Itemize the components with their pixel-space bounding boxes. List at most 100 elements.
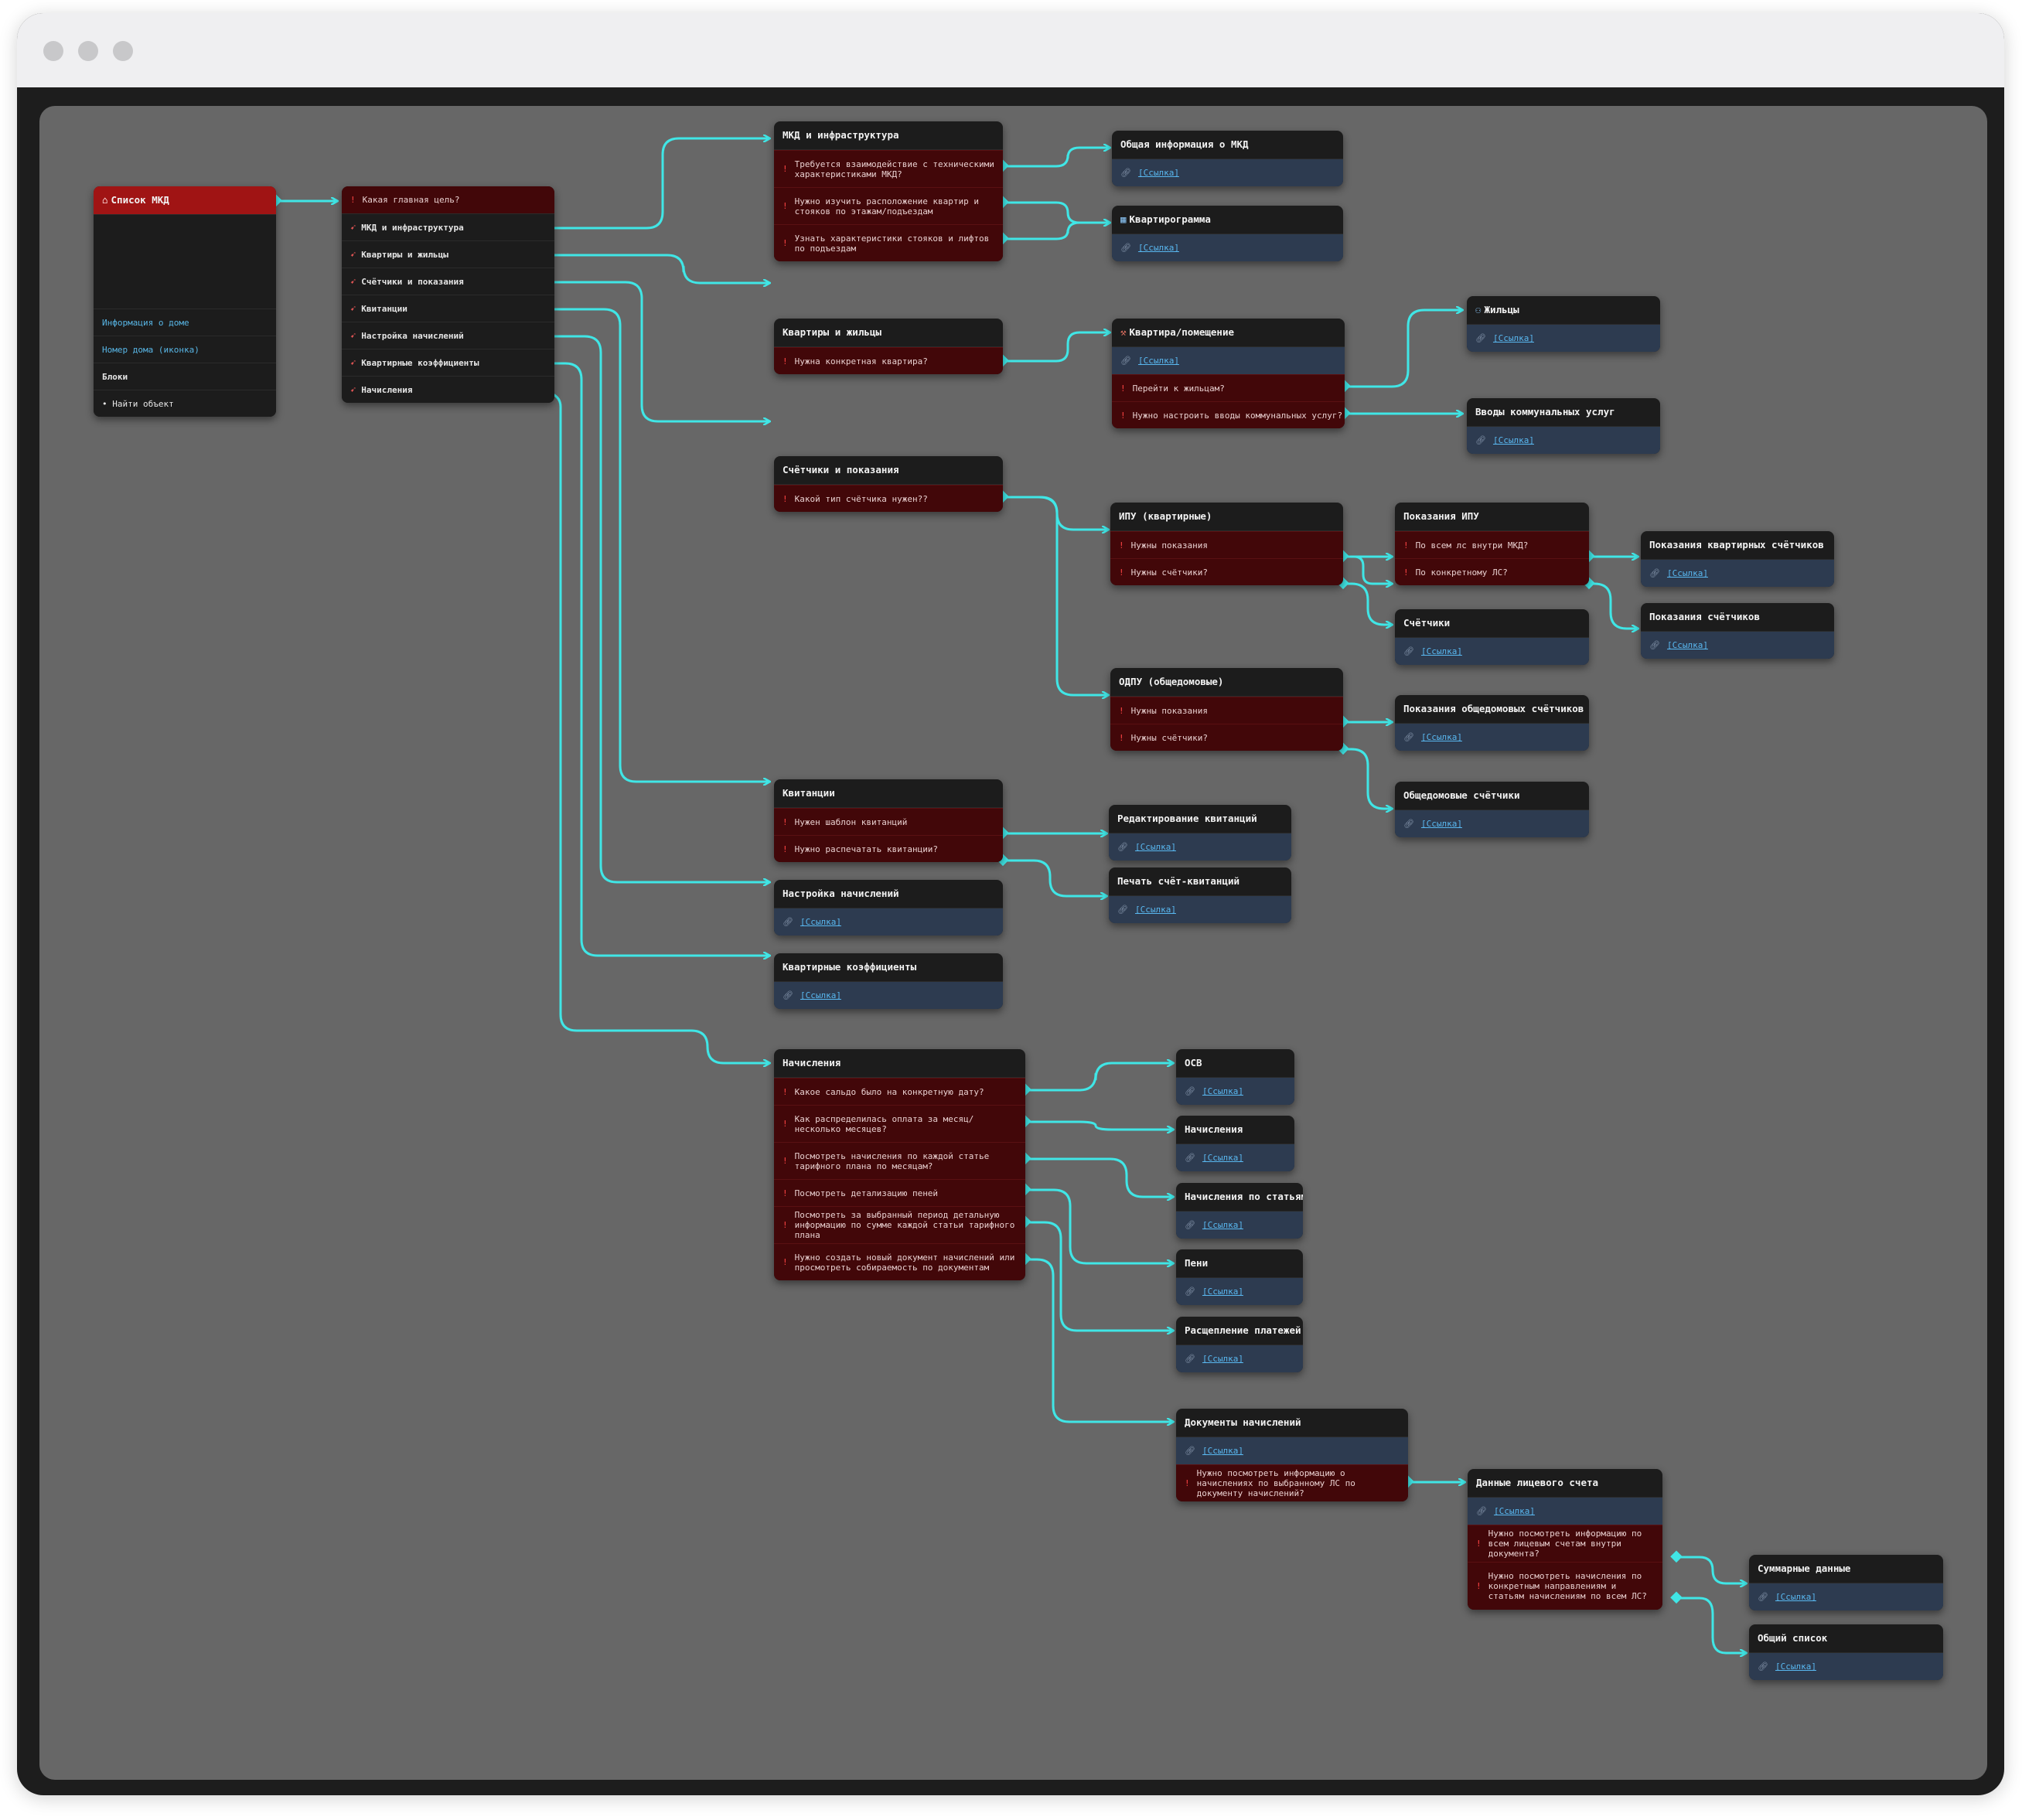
meters-list-node[interactable]: Счётчики 🔗︎ [Ссылка] [1395, 609, 1589, 665]
question-row[interactable]: ! Перейти к жильцам? [1112, 374, 1345, 401]
question-row[interactable]: ! Посмотреть начисления по каждой статье … [774, 1142, 1025, 1179]
menu-item[interactable]: ➹ Квартиры и жильцы [342, 240, 554, 268]
question-row[interactable]: ! Как распределилась оплата за месяц/неск… [774, 1105, 1025, 1142]
charges-node[interactable]: Начисления ! Какое сальдо было на конкрет… [774, 1049, 1025, 1280]
charges-page-node[interactable]: Начисления 🔗︎ [Ссылка] [1176, 1116, 1294, 1171]
link-icon: 🔗︎ [783, 917, 793, 927]
question-row[interactable]: ! Посмотреть детализацию пеней [774, 1179, 1025, 1206]
maximize-window-button[interactable] [113, 41, 133, 61]
link-icon: 🔗︎ [1185, 1287, 1195, 1297]
link-row[interactable]: 🔗︎ [Ссылка] [1176, 1278, 1303, 1305]
question-row[interactable]: ! Нужно посмотреть информацию о начислени… [1176, 1464, 1408, 1501]
coefficients-node[interactable]: Квартирные коэффициенты 🔗︎ [Ссылка] [774, 953, 1003, 1009]
question-row[interactable]: ! Нужны показания [1110, 531, 1343, 558]
menu-item[interactable]: ➹ Начисления [342, 376, 554, 403]
root-node[interactable]: ⌂ Список МКД Информация о доме Номер дома… [94, 186, 276, 417]
odpu-node[interactable]: ОДПУ (общедомовые) ! Нужны показания ! Нуж… [1110, 668, 1343, 751]
mindmap-canvas[interactable]: ⌂ Список МКД Информация о доме Номер дома… [39, 106, 1987, 1780]
link-row[interactable]: 🔗︎ [Ссылка] [1176, 1078, 1294, 1105]
question-row[interactable]: ! Нужно распечатать квитанции? [774, 835, 1003, 862]
link-row[interactable]: 🔗︎ [Ссылка] [1749, 1653, 1943, 1680]
goal-menu-node[interactable]: ! Какая главная цель? ➹ МКД и инфраструкту… [342, 186, 554, 403]
link-row[interactable]: 🔗︎ [Ссылка] [1749, 1583, 1943, 1610]
account-data-node[interactable]: Данные лицевого счета 🔗︎ [Ссылка] ! Нужно … [1468, 1469, 1662, 1610]
link-row[interactable]: 🔗︎ [Ссылка] [1467, 427, 1660, 454]
link-row[interactable]: 🔗︎ [Ссылка] [774, 982, 1003, 1009]
edit-receipts-node[interactable]: Редактирование квитанций 🔗︎ [Ссылка] [1109, 805, 1291, 861]
apt-meter-readings-node[interactable]: Показания квартирных счётчиков 🔗︎ [Ссылка… [1641, 531, 1834, 587]
question-row[interactable]: ! Посмотреть за выбранный период детальну… [774, 1206, 1025, 1243]
print-receipts-node[interactable]: Печать счёт-квитанций 🔗︎ [Ссылка] [1109, 867, 1291, 923]
odpu-meters-node[interactable]: Общедомовые счётчики 🔗︎ [Ссылка] [1395, 782, 1589, 837]
link-row[interactable]: 🔗︎ [Ссылка] [1176, 1345, 1303, 1372]
menu-item[interactable]: ➹ Счётчики и показания [342, 268, 554, 295]
link-row[interactable]: 🔗︎ [Ссылка] [1109, 896, 1291, 923]
question-row[interactable]: ! По конкретному ЛС? [1395, 558, 1589, 585]
link-row[interactable]: 🔗︎ [Ссылка] [1176, 1144, 1294, 1171]
question-row[interactable]: ! Нужен шаблон квитанций [774, 808, 1003, 835]
question-row[interactable]: ! Узнать характеристики стояков и лифтов … [774, 224, 1003, 261]
ipu-node[interactable]: ИПУ (квартирные) ! Нужны показания ! Нужны… [1110, 503, 1343, 585]
link-row[interactable]: 🔗︎ [Ссылка] [1467, 325, 1660, 352]
question-row[interactable]: ! Нужно изучить расположение квартир и ст… [774, 187, 1003, 224]
charges-by-item-node[interactable]: Начисления по статьям 🔗︎ [Ссылка] [1176, 1183, 1303, 1239]
link-row[interactable]: 🔗︎ [Ссылка] [774, 908, 1003, 936]
question-row[interactable]: ! Какой тип счётчика нужен?? [774, 485, 1003, 512]
root-item[interactable]: • Найти объект [94, 390, 276, 417]
root-item[interactable]: Информация о доме [94, 308, 276, 336]
question-row[interactable]: ! Требуется взаимодействие с техническими… [774, 150, 1003, 187]
charge-docs-node[interactable]: Документы начислений 🔗︎ [Ссылка] ! Нужно п… [1176, 1409, 1408, 1501]
link-row[interactable]: 🔗︎ [Ссылка] [1112, 159, 1343, 186]
receipts-node[interactable]: Квитанции ! Нужен шаблон квитанций ! Нужно… [774, 779, 1003, 862]
link-row[interactable]: 🔗︎ [Ссылка] [1641, 632, 1834, 659]
apartments-node[interactable]: Квартиры и жильцы ! Нужна конкретная квар… [774, 319, 1003, 374]
kvartirogramma-node[interactable]: ▦ Квартирограмма 🔗︎ [Ссылка] [1112, 206, 1343, 261]
menu-item[interactable]: ➹ МКД и инфраструктура [342, 213, 554, 240]
summary-node[interactable]: Суммарные данные 🔗︎ [Ссылка] [1749, 1555, 1943, 1610]
infra-node[interactable]: МКД и инфраструктура ! Требуется взаимоде… [774, 121, 1003, 261]
apartment-node[interactable]: ⚒ Квартира/помещение 🔗︎ [Ссылка] ! Перейти … [1112, 319, 1345, 428]
general-list-node[interactable]: Общий список 🔗︎ [Ссылка] [1749, 1624, 1943, 1680]
question-row[interactable]: ! По всем лс внутри МКД? [1395, 531, 1589, 558]
question-row[interactable]: ! Нужно настроить вводы коммунальных услу… [1112, 401, 1345, 428]
link-row[interactable]: 🔗︎ [Ссылка] [1395, 810, 1589, 837]
link-row[interactable]: 🔗︎ [Ссылка] [1176, 1212, 1303, 1239]
red-exclamation-icon: ! [783, 1188, 788, 1198]
penalties-node[interactable]: Пени 🔗︎ [Ссылка] [1176, 1249, 1303, 1305]
question-row[interactable]: ! Нужны счётчики? [1110, 558, 1343, 585]
link-row[interactable]: 🔗︎ [Ссылка] [1468, 1498, 1662, 1525]
residents-node[interactable]: ⚇ Жильцы 🔗︎ [Ссылка] [1467, 296, 1660, 352]
link-row[interactable]: 🔗︎ [Ссылка] [1395, 638, 1589, 665]
question-row[interactable]: ! Нужно создать новый документ начислений… [774, 1243, 1025, 1280]
charge-settings-node[interactable]: Настройка начислений 🔗︎ [Ссылка] [774, 880, 1003, 936]
menu-item[interactable]: ➹ Квитанции [342, 295, 554, 322]
menu-item[interactable]: ➹ Квартирные коэффициенты [342, 349, 554, 376]
payment-split-node[interactable]: Расщепление платежей 🔗︎ [Ссылка] [1176, 1317, 1303, 1372]
link-row[interactable]: 🔗︎ [Ссылка] [1112, 347, 1345, 374]
question-row[interactable]: ! Нужна конкретная квартира? [774, 347, 1003, 374]
link-row[interactable]: 🔗︎ [Ссылка] [1112, 234, 1343, 261]
goal-question[interactable]: ! Какая главная цель? [342, 186, 554, 213]
menu-item[interactable]: ➹ Настройка начислений [342, 322, 554, 349]
link-row[interactable]: 🔗︎ [Ссылка] [1109, 833, 1291, 861]
root-item[interactable]: Блоки [94, 363, 276, 390]
red-exclamation-icon: ! [783, 1257, 788, 1267]
osv-node[interactable]: ОСВ 🔗︎ [Ссылка] [1176, 1049, 1294, 1105]
general-info-node[interactable]: Общая информация о МКД 🔗︎ [Ссылка] [1112, 131, 1343, 186]
ipu-readings-node[interactable]: Показания ИПУ ! По всем лс внутри МКД? ! П… [1395, 503, 1589, 585]
question-row[interactable]: ! Какое сальдо было на конкретную дату? [774, 1078, 1025, 1105]
root-item[interactable]: Номер дома (иконка) [94, 336, 276, 363]
link-row[interactable]: 🔗︎ [Ссылка] [1641, 560, 1834, 587]
question-row[interactable]: ! Нужны счётчики? [1110, 724, 1343, 751]
meters-node[interactable]: Счётчики и показания ! Какой тип счётчика… [774, 456, 1003, 512]
link-row[interactable]: 🔗︎ [Ссылка] [1395, 724, 1589, 751]
link-row[interactable]: 🔗︎ [Ссылка] [1176, 1437, 1408, 1464]
meter-readings-node[interactable]: Показания счётчиков 🔗︎ [Ссылка] [1641, 603, 1834, 659]
question-row[interactable]: ! Нужно посмотреть начисления по конкретн… [1468, 1562, 1662, 1610]
question-row[interactable]: ! Нужны показания [1110, 697, 1343, 724]
utility-inputs-node[interactable]: Вводы коммунальных услуг 🔗︎ [Ссылка] [1467, 398, 1660, 454]
close-window-button[interactable] [43, 41, 63, 61]
minimize-window-button[interactable] [78, 41, 98, 61]
odpu-readings-node[interactable]: Показания общедомовых счётчиков 🔗︎ [Ссылк… [1395, 695, 1589, 751]
question-row[interactable]: ! Нужно посмотреть информацию по всем лиц… [1468, 1525, 1662, 1562]
